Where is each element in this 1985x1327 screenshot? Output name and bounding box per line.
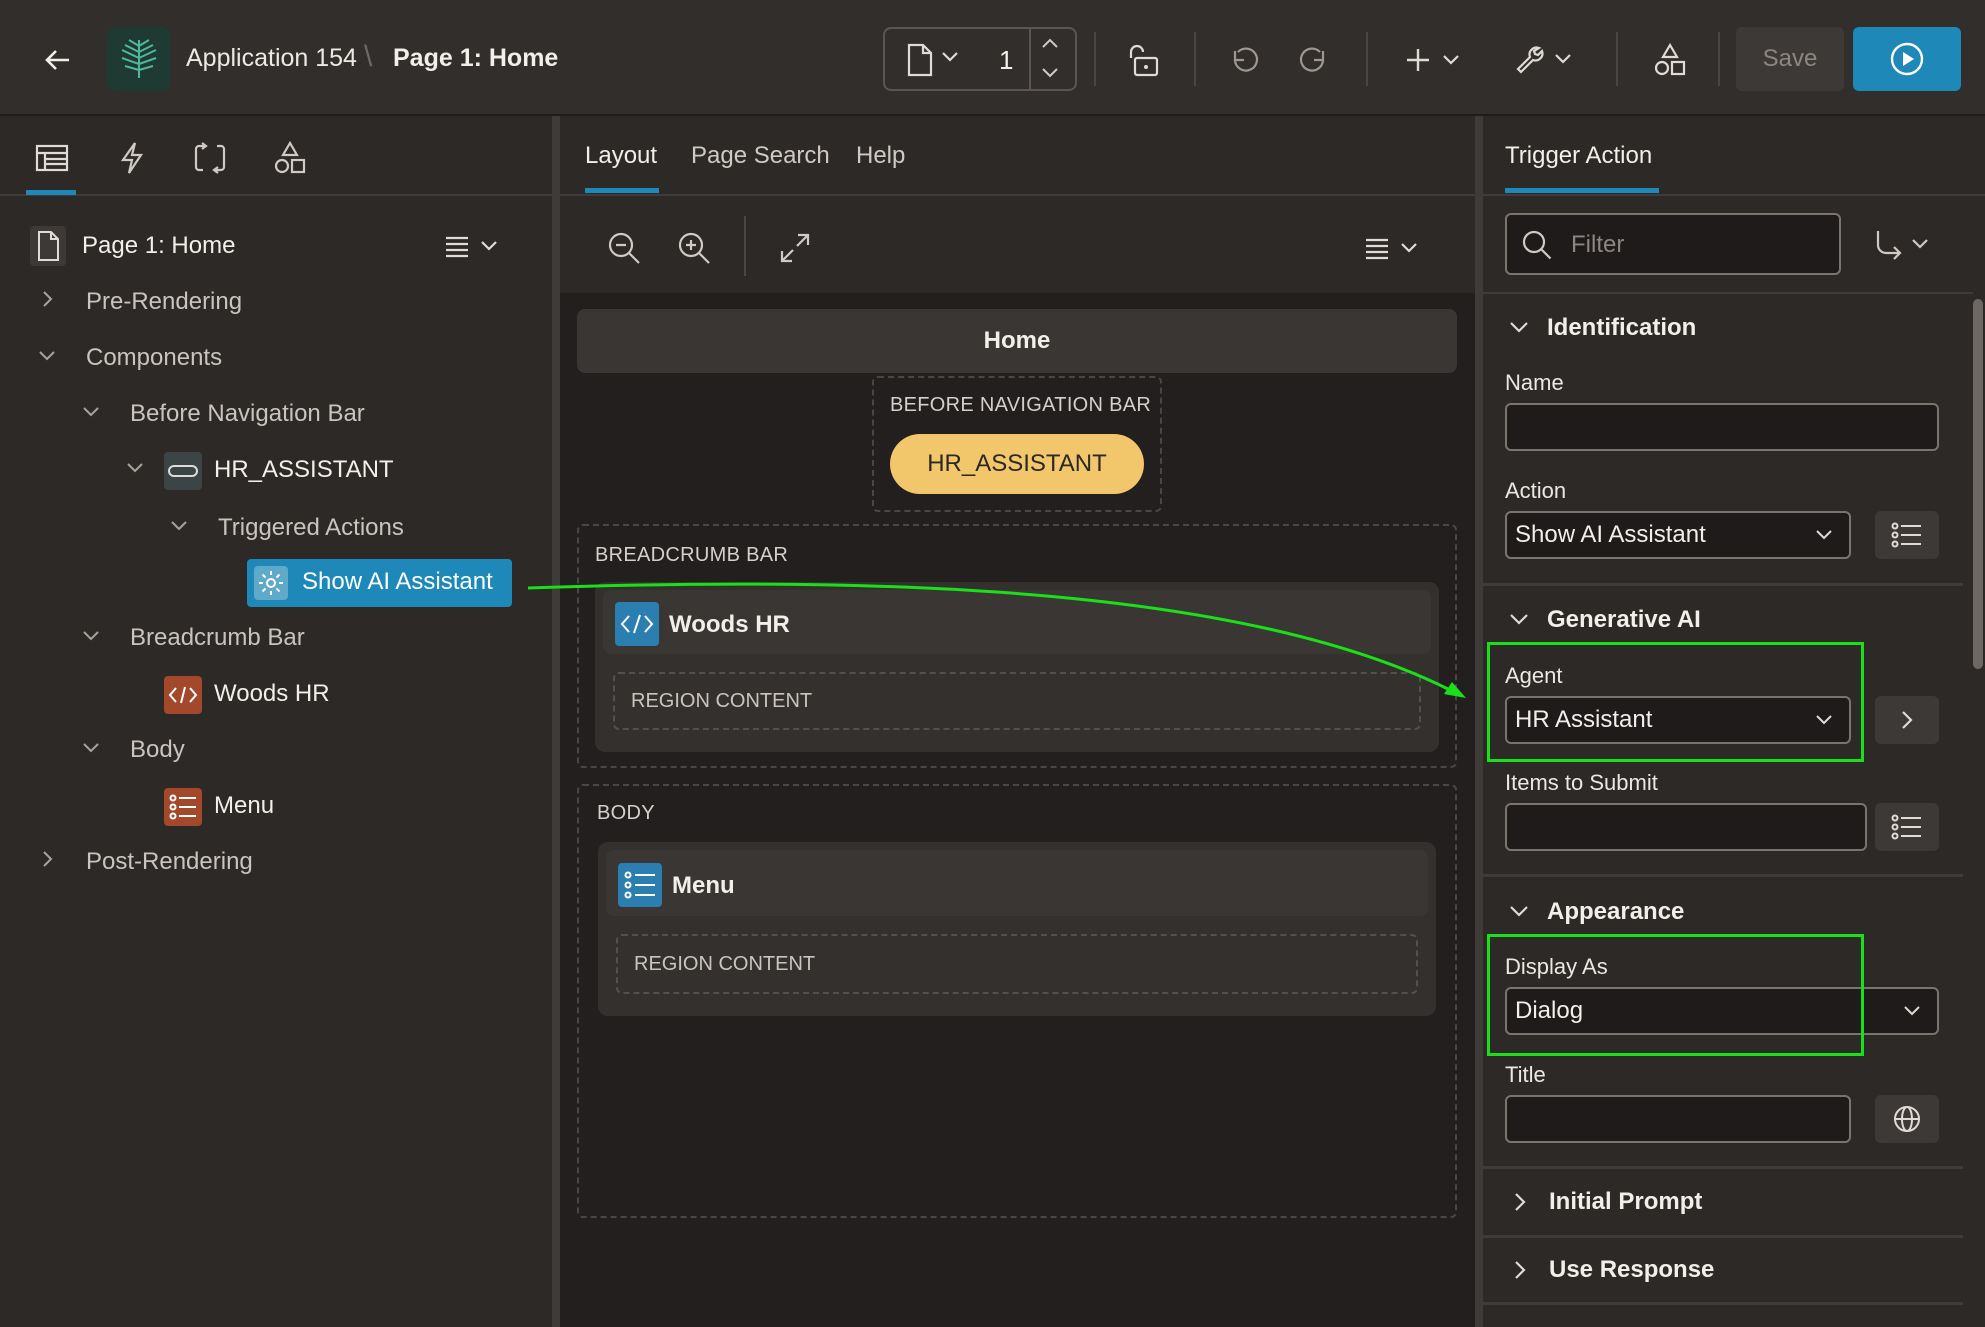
annotation-arrow xyxy=(527,582,1466,698)
